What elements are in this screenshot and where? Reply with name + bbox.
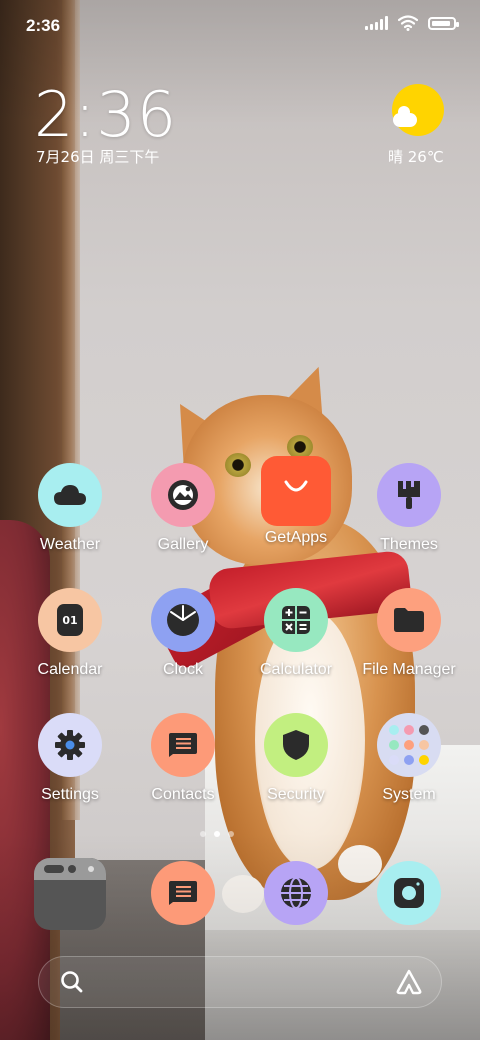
- weather-widget-text[interactable]: 晴 26℃: [388, 146, 444, 167]
- app-file-manager[interactable]: File Manager: [353, 588, 465, 679]
- messages-icon[interactable]: [151, 861, 215, 925]
- clock-widget-time[interactable]: 2:36: [34, 78, 177, 151]
- signal-icon: [365, 16, 388, 30]
- page-dot-active: [214, 831, 220, 837]
- folder-grid-icon[interactable]: [377, 713, 441, 777]
- app-system-folder[interactable]: System: [353, 713, 465, 804]
- dock-camera[interactable]: [353, 861, 465, 925]
- app-contacts[interactable]: Contacts: [127, 713, 239, 804]
- page-dot: [200, 831, 206, 837]
- camera-shape: [394, 878, 424, 908]
- app-label: System: [382, 786, 436, 803]
- calendar-app-icon[interactable]: 01: [38, 588, 102, 652]
- clock-app-icon[interactable]: [151, 588, 215, 652]
- app-label: GetApps: [264, 529, 328, 546]
- battery-fill: [432, 20, 450, 26]
- paintbrush-icon: [398, 481, 420, 509]
- status-bar: 2:36: [0, 0, 480, 50]
- page-indicator: [200, 831, 234, 837]
- app-calendar[interactable]: 01 Calendar: [14, 588, 126, 679]
- page-dot: [228, 831, 234, 837]
- app-label: Clock: [162, 661, 203, 678]
- app-label: Weather: [39, 536, 101, 553]
- app-settings[interactable]: Settings: [14, 713, 126, 804]
- dock-phone[interactable]: [14, 858, 126, 930]
- app-label: Security: [267, 786, 325, 803]
- weather-cloud-shape: [393, 106, 417, 127]
- themes-app-icon[interactable]: [377, 463, 441, 527]
- clock-icon: [167, 604, 199, 636]
- search-icon[interactable]: [59, 969, 85, 995]
- search-bar[interactable]: [38, 956, 442, 1008]
- weather-app-icon[interactable]: [38, 463, 102, 527]
- folder-icon: [394, 608, 424, 632]
- security-app-icon[interactable]: [264, 713, 328, 777]
- app-label: Gallery: [157, 536, 209, 553]
- contacts-app-icon[interactable]: [151, 713, 215, 777]
- assistant-icon[interactable]: [395, 969, 423, 995]
- battery-icon: [428, 16, 459, 30]
- dock-messages[interactable]: [127, 861, 239, 925]
- gallery-app-icon[interactable]: [151, 463, 215, 527]
- status-time: 2:36: [26, 16, 61, 35]
- file-manager-app-icon[interactable]: [377, 588, 441, 652]
- app-themes[interactable]: Themes: [353, 463, 465, 554]
- dock-browser[interactable]: [240, 861, 352, 925]
- wifi-icon: [398, 15, 418, 31]
- settings-app-icon[interactable]: [38, 713, 102, 777]
- shopping-bag-icon: [284, 480, 308, 492]
- app-label: File Manager: [362, 661, 456, 678]
- app-security[interactable]: Security: [240, 713, 352, 804]
- app-label: Themes: [380, 536, 438, 553]
- cloud-icon: [54, 485, 86, 505]
- status-icons: [365, 15, 459, 31]
- app-label: Calendar: [37, 661, 103, 678]
- app-clock[interactable]: Clock: [127, 588, 239, 679]
- folder-grid-mini-apps: [389, 725, 429, 765]
- phone-dialer-icon[interactable]: [34, 858, 106, 930]
- gear-icon: [55, 730, 85, 760]
- message-bubble-shape: [169, 881, 197, 905]
- calendar-day-badge: 01: [62, 613, 78, 627]
- app-gallery[interactable]: Gallery: [127, 463, 239, 554]
- app-label: Calculator: [259, 661, 333, 678]
- app-getapps[interactable]: GetApps: [240, 456, 352, 547]
- gallery-icon: [168, 480, 198, 510]
- calendar-icon: 01: [57, 604, 83, 636]
- app-weather[interactable]: Weather: [14, 463, 126, 554]
- app-label: Settings: [41, 786, 99, 803]
- getapps-app-icon[interactable]: [261, 456, 331, 526]
- camera-icon[interactable]: [377, 861, 441, 925]
- app-label: Contacts: [151, 786, 215, 803]
- shield-icon: [283, 730, 309, 760]
- calculator-icon: [282, 606, 310, 634]
- calculator-app-icon[interactable]: [264, 588, 328, 652]
- browser-globe-icon[interactable]: [264, 861, 328, 925]
- clock-widget-date[interactable]: 7月26日 周三下午: [36, 146, 159, 167]
- contacts-icon: [169, 733, 197, 757]
- app-calculator[interactable]: Calculator: [240, 588, 352, 679]
- globe-shape: [281, 877, 311, 909]
